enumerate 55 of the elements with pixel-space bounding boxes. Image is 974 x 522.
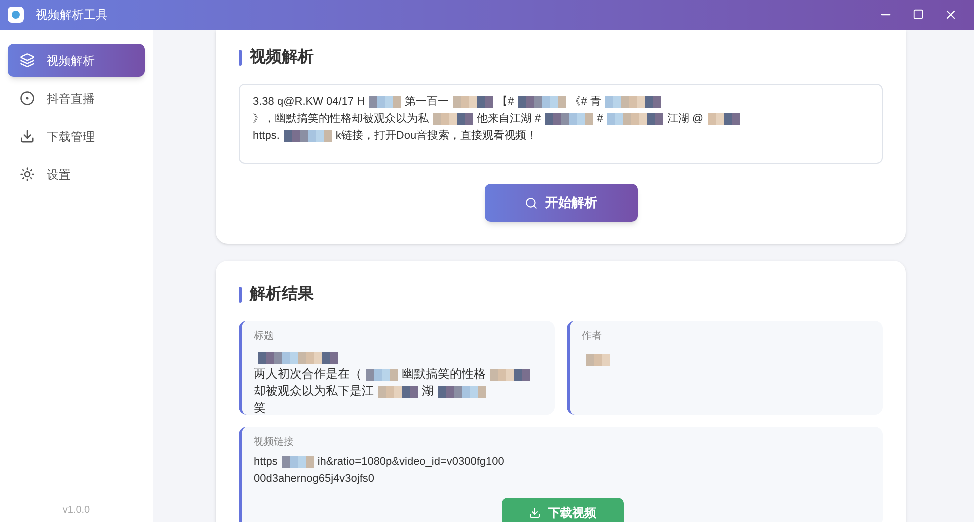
close-icon[interactable]: [944, 8, 958, 22]
pixelated-redaction: [369, 96, 402, 108]
sidebar-item[interactable]: 下载管理: [8, 120, 145, 153]
input-text: 他来自江湖 #: [477, 113, 542, 125]
pixelated-redaction: [366, 368, 398, 381]
pixelated-redaction: [518, 96, 566, 108]
link-text: ih&ratio=1080p&video_id=v0300fg100: [318, 456, 504, 468]
title-text: 却被观众以为私下是江: [254, 384, 374, 398]
input-text: 《# 青: [570, 96, 602, 108]
app-logo-icon: [8, 7, 24, 23]
input-text: https.: [253, 130, 280, 142]
link-text: 00d3ahernog65j4v3ojfs0: [254, 473, 374, 485]
input-text: 3.38 q@R.KW 04/17 H: [253, 96, 366, 108]
input-text: 第一百一: [405, 96, 450, 108]
pixelated-redaction: [433, 113, 473, 126]
input-text: 》，幽默搞笑的性格却被观众以为私: [253, 113, 429, 125]
sidebar-item[interactable]: 视频解析: [8, 44, 145, 77]
layers-icon: [20, 53, 35, 68]
pixelated-redaction: [605, 96, 662, 108]
title-text: 湖: [422, 384, 434, 398]
settings-icon: [20, 167, 35, 182]
pixelated-redaction: [708, 113, 740, 126]
window-title: 视频解析工具: [36, 7, 108, 24]
pixelated-redaction: [607, 113, 664, 126]
title-text: 笑: [254, 401, 266, 415]
field-label: 作者: [582, 330, 603, 344]
pixelated-redaction: [545, 113, 594, 126]
sidebar-item[interactable]: 抖音直播: [8, 82, 145, 115]
input-text: k链接，打开Dou音搜索，直接观看视频！: [336, 130, 538, 142]
title-text: 两人初次合作是在（: [254, 367, 362, 381]
link-text: https: [254, 456, 278, 468]
download-icon: [20, 129, 35, 144]
section-title: 视频解析: [250, 47, 314, 68]
pixelated-redaction: [490, 368, 530, 381]
search-icon: [524, 196, 538, 210]
pixelated-redaction: [284, 130, 332, 142]
input-text: #: [597, 113, 604, 125]
pixelated-redaction: [438, 386, 486, 398]
pixelated-redaction: [586, 354, 610, 366]
download-icon: [528, 507, 540, 519]
pixelated-redaction: [453, 96, 494, 108]
field-label: 视频链接: [254, 436, 295, 450]
start-parse-button[interactable]: 开始解析: [484, 184, 638, 222]
input-field[interactable]: 3.38 q@R.KW 04/17 H 第一百一 【# 《# 青 》，幽默搞笑的性格却被观众以为私 他来自江湖 # # 江湖 @ https. k链接，打开Dou音搜索，直接观看视频！: [239, 84, 883, 164]
section-title: 解析结果: [250, 284, 314, 305]
input-text: 【#: [497, 96, 514, 108]
sidebar-item[interactable]: 设置: [8, 158, 145, 191]
pixelated-redaction: [282, 456, 314, 468]
title-text: 幽默搞笑的性格: [402, 367, 486, 381]
field-label: 标题: [254, 330, 275, 344]
circle-icon: [20, 91, 35, 106]
maximize-icon[interactable]: [913, 9, 924, 20]
pixelated-redaction: [378, 386, 418, 398]
input-text: 江湖 @: [667, 113, 704, 125]
version-label: v1.0.0: [62, 504, 92, 518]
